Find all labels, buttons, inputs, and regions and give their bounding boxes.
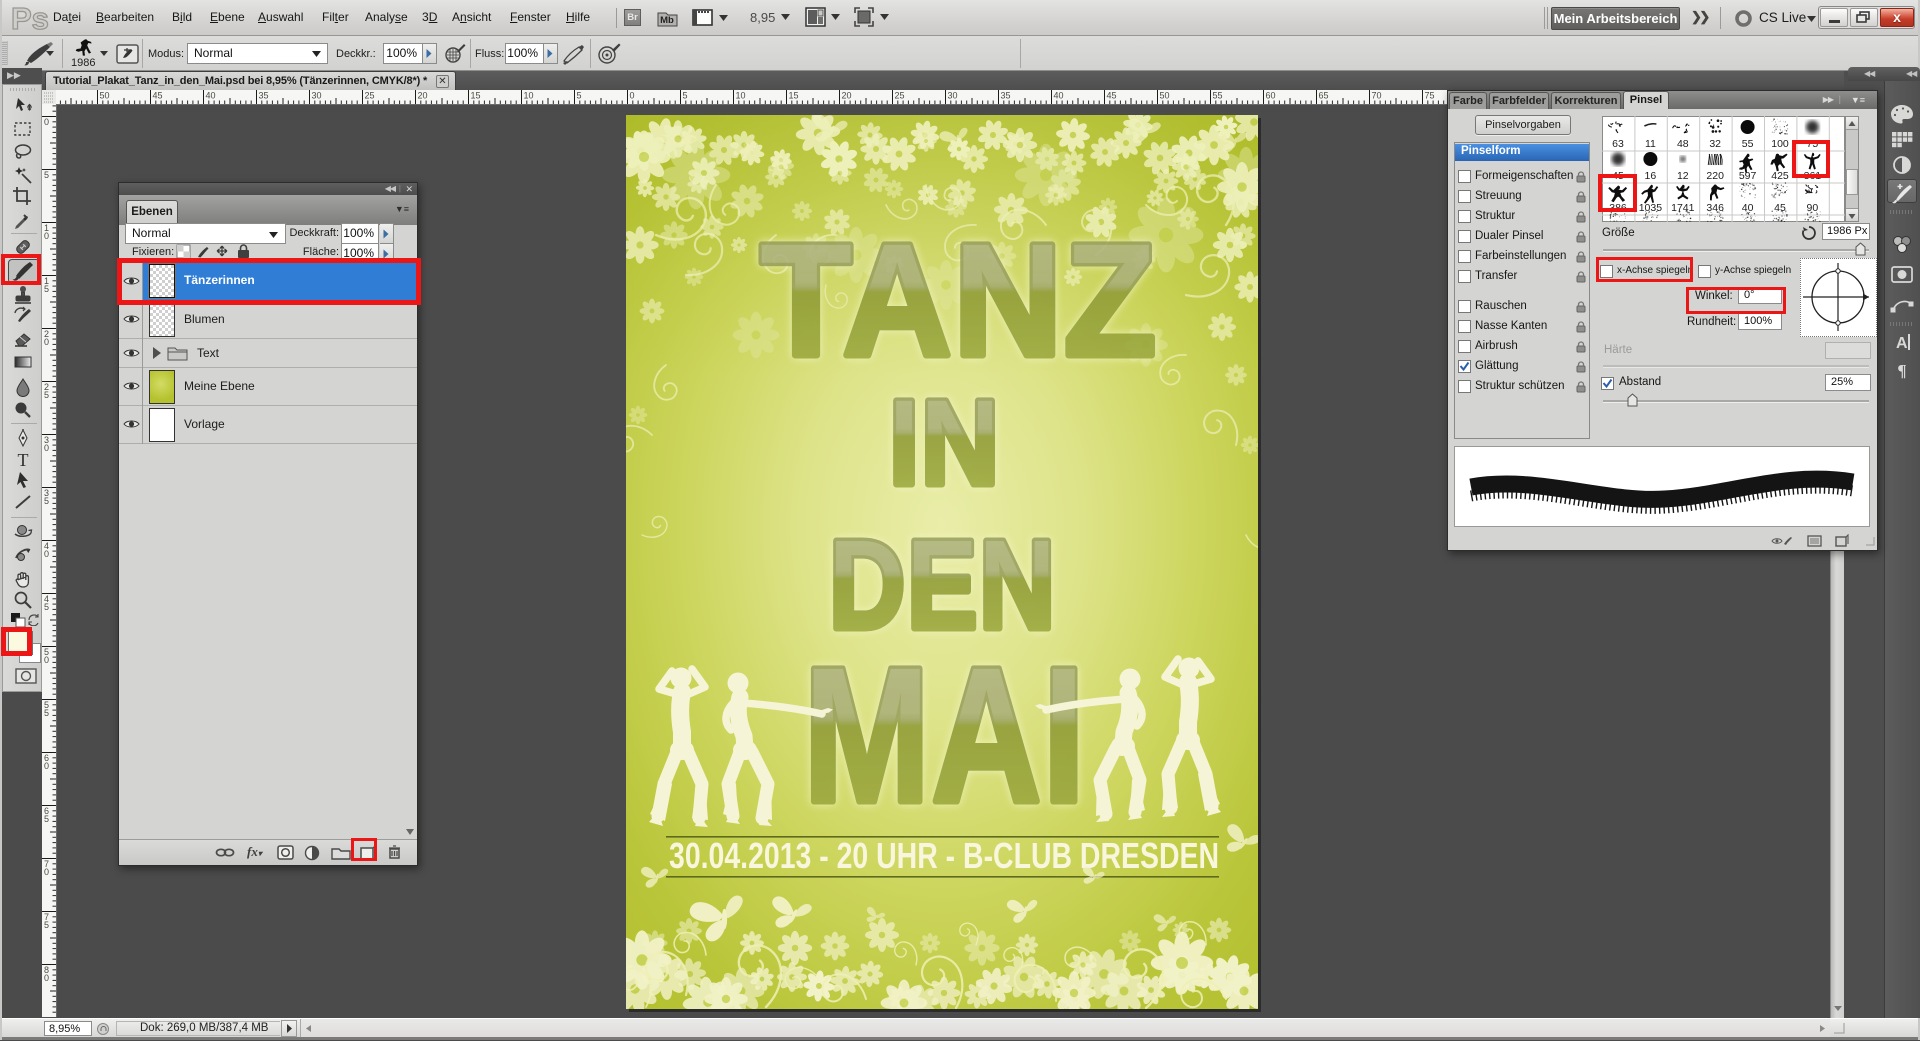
svg-text:70: 70	[1372, 91, 1382, 101]
svg-text:5: 5	[44, 170, 49, 180]
svg-text:TANZ: TANZ	[760, 210, 1158, 389]
svg-text:1035: 1035	[1639, 202, 1663, 214]
svg-text:15: 15	[789, 91, 799, 101]
svg-text:55: 55	[1742, 138, 1754, 150]
svg-text:0: 0	[44, 337, 49, 347]
svg-text:50: 50	[100, 91, 110, 101]
svg-text:30: 30	[312, 91, 322, 101]
svg-text:5: 5	[683, 91, 688, 101]
svg-text:0: 0	[630, 91, 635, 101]
svg-text:32: 32	[1709, 138, 1721, 150]
svg-text:15: 15	[471, 91, 481, 101]
svg-text:20: 20	[418, 91, 428, 101]
svg-text:220: 220	[1706, 170, 1724, 182]
svg-text:40: 40	[1054, 91, 1064, 101]
svg-text:5: 5	[44, 708, 49, 718]
svg-text:5: 5	[44, 920, 49, 930]
svg-text:100: 100	[1771, 138, 1789, 150]
svg-text:50: 50	[1160, 91, 1170, 101]
svg-text:1741: 1741	[1671, 202, 1695, 214]
svg-text:0: 0	[44, 117, 49, 127]
svg-text:25: 25	[365, 91, 375, 101]
svg-text:IN: IN	[889, 374, 1001, 510]
svg-text:5: 5	[577, 91, 582, 101]
svg-text:65: 65	[1319, 91, 1329, 101]
svg-text:0: 0	[44, 761, 49, 771]
svg-text:5: 5	[44, 602, 49, 612]
svg-text:35: 35	[259, 91, 269, 101]
svg-text:346: 346	[1706, 202, 1724, 214]
svg-text:10: 10	[524, 91, 534, 101]
svg-text:A: A	[1896, 335, 1908, 352]
svg-text:5: 5	[44, 814, 49, 824]
svg-text:5: 5	[44, 390, 49, 400]
svg-text:597: 597	[1739, 170, 1757, 182]
svg-text:0: 0	[44, 867, 49, 877]
svg-text:T: T	[18, 450, 29, 470]
svg-text:¶: ¶	[1897, 361, 1906, 380]
svg-text:20: 20	[842, 91, 852, 101]
svg-text:10: 10	[736, 91, 746, 101]
svg-text:0: 0	[44, 443, 49, 453]
svg-text:16: 16	[1645, 170, 1657, 182]
svg-text:30: 30	[948, 91, 958, 101]
svg-text:60: 60	[1266, 91, 1276, 101]
svg-text:25: 25	[895, 91, 905, 101]
svg-text:55: 55	[1213, 91, 1223, 101]
svg-text:30.04.2013 - 20 UHR - B-CLUB D: 30.04.2013 - 20 UHR - B-CLUB DRESDEN	[669, 835, 1219, 876]
svg-text:5: 5	[44, 496, 49, 506]
svg-text:45: 45	[1774, 202, 1786, 214]
svg-text:425: 425	[1771, 170, 1789, 182]
svg-text:35: 35	[1001, 91, 1011, 101]
svg-text:45: 45	[153, 91, 163, 101]
svg-text:11: 11	[1645, 138, 1656, 150]
svg-text:63: 63	[1612, 138, 1624, 150]
svg-text:48: 48	[1677, 138, 1689, 150]
svg-text:0: 0	[44, 973, 49, 983]
svg-text:0: 0	[44, 231, 49, 241]
svg-text:40: 40	[206, 91, 216, 101]
svg-text:0: 0	[44, 549, 49, 559]
svg-text:0: 0	[44, 655, 49, 665]
svg-text:Mb: Mb	[660, 15, 674, 26]
svg-text:12: 12	[1677, 170, 1689, 182]
svg-text:45: 45	[1107, 91, 1117, 101]
svg-text:MAI: MAI	[804, 627, 1087, 842]
svg-text:5: 5	[44, 284, 49, 294]
svg-text:75: 75	[1425, 91, 1435, 101]
